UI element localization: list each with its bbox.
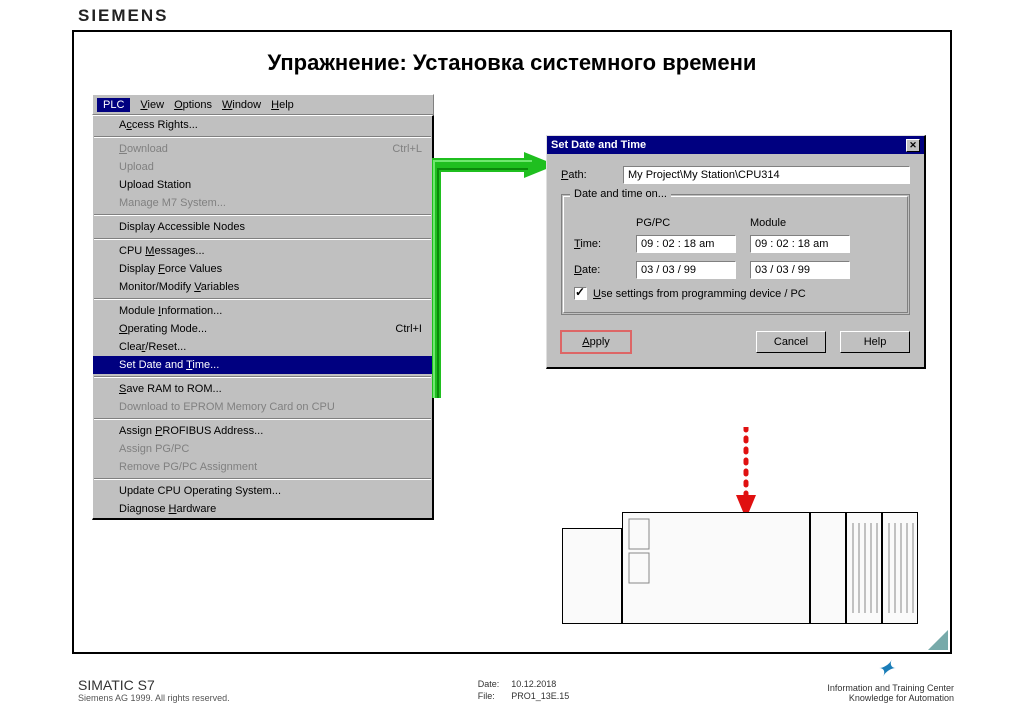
mi-remove-pgpc: Remove PG/PC Assignment bbox=[93, 458, 432, 476]
mi-dl-eprom: Download to EPROM Memory Card on CPU bbox=[93, 398, 432, 416]
brand-logo: SIEMENS bbox=[78, 6, 169, 26]
set-date-time-dialog: Set Date and Time ✕ Path: My Project\My … bbox=[546, 135, 926, 369]
group-title: Date and time on... bbox=[570, 188, 671, 200]
mi-access-rights[interactable]: Access Rights... bbox=[93, 116, 432, 134]
mi-save-ram[interactable]: Save RAM to ROM... bbox=[93, 380, 432, 398]
mi-assign-pgpc: Assign PG/PC bbox=[93, 440, 432, 458]
mi-update-cpu[interactable]: Update CPU Operating System... bbox=[93, 482, 432, 500]
info-line1: Information and Training Center bbox=[827, 683, 954, 693]
mi-display-nodes[interactable]: Display Accessible Nodes bbox=[93, 218, 432, 236]
mi-upload-station[interactable]: Upload Station bbox=[93, 176, 432, 194]
copyright: Siemens AG 1999. All rights reserved. bbox=[78, 693, 230, 703]
arrow-green bbox=[432, 150, 562, 420]
mi-force-values[interactable]: Display Force Values bbox=[93, 260, 432, 278]
menubar: PLC View Options Window Help bbox=[92, 94, 434, 115]
time-label: Time: bbox=[574, 238, 636, 250]
mi-set-datetime[interactable]: Set Date and Time... bbox=[93, 356, 432, 374]
datetime-group: Date and time on... PG/PC Module Time: D… bbox=[561, 194, 910, 315]
footer-file-label: File: bbox=[478, 691, 510, 701]
mi-cpu-msgs[interactable]: CPU Messages... bbox=[93, 242, 432, 260]
mi-diag-hw[interactable]: Diagnose Hardware bbox=[93, 500, 432, 518]
plc-dropdown: Access Rights... DownloadCtrl+L Upload U… bbox=[92, 115, 434, 520]
path-field[interactable]: My Project\My Station\CPU314 bbox=[623, 166, 910, 184]
mi-manage-m7: Manage M7 System... bbox=[93, 194, 432, 212]
mi-download: DownloadCtrl+L bbox=[93, 140, 432, 158]
time-pgpc-field[interactable] bbox=[636, 235, 736, 253]
mi-upload: Upload bbox=[93, 158, 432, 176]
date-label: Date: bbox=[574, 264, 636, 276]
mi-clear-reset[interactable]: Clear/Reset... bbox=[93, 338, 432, 356]
info-line2: Knowledge for Automation bbox=[827, 693, 954, 703]
menu-options[interactable]: Options bbox=[174, 99, 212, 111]
footer-date-value: 10.12.2018 bbox=[511, 679, 579, 689]
use-settings-label: Use settings from programming device / P… bbox=[593, 288, 806, 300]
col-pgpc: PG/PC bbox=[636, 217, 750, 229]
col-module: Module bbox=[750, 217, 864, 229]
date-pgpc-field[interactable] bbox=[636, 261, 736, 279]
plc-rack bbox=[562, 512, 920, 626]
slide-title: Упражнение: Установка системного времени bbox=[74, 50, 950, 76]
dialog-title: Set Date and Time bbox=[551, 139, 646, 151]
use-settings-checkbox[interactable] bbox=[574, 287, 587, 300]
menu-plc[interactable]: PLC bbox=[97, 98, 130, 112]
plc-menu-panel: PLC View Options Window Help Access Righ… bbox=[92, 94, 434, 520]
mi-mod-info[interactable]: Module Information... bbox=[93, 302, 432, 320]
corner-fold bbox=[928, 630, 948, 650]
footer: SIMATIC S7 Siemens AG 1999. All rights r… bbox=[78, 677, 954, 703]
slide-frame: Упражнение: Установка системного времени… bbox=[72, 30, 952, 654]
help-button[interactable]: Help bbox=[840, 331, 910, 353]
mi-mon-mod[interactable]: Monitor/Modify Variables bbox=[93, 278, 432, 296]
menu-help[interactable]: Help bbox=[271, 99, 294, 111]
date-module-field[interactable] bbox=[750, 261, 850, 279]
mi-assign-profibus[interactable]: Assign PROFIBUS Address... bbox=[93, 422, 432, 440]
menu-view[interactable]: View bbox=[140, 99, 164, 111]
apply-button[interactable]: Apply bbox=[561, 331, 631, 353]
cancel-button[interactable]: Cancel bbox=[756, 331, 826, 353]
time-module-field[interactable] bbox=[750, 235, 850, 253]
menu-window[interactable]: Window bbox=[222, 99, 261, 111]
footer-date-label: Date: bbox=[478, 679, 510, 689]
product-name: SIMATIC S7 bbox=[78, 677, 230, 693]
close-icon[interactable]: ✕ bbox=[906, 139, 920, 152]
mi-op-mode[interactable]: Operating Mode...Ctrl+I bbox=[93, 320, 432, 338]
footer-file-value: PRO1_13E.15 bbox=[511, 691, 579, 701]
path-label: Path: bbox=[561, 169, 609, 181]
dialog-titlebar: Set Date and Time ✕ bbox=[547, 136, 924, 154]
